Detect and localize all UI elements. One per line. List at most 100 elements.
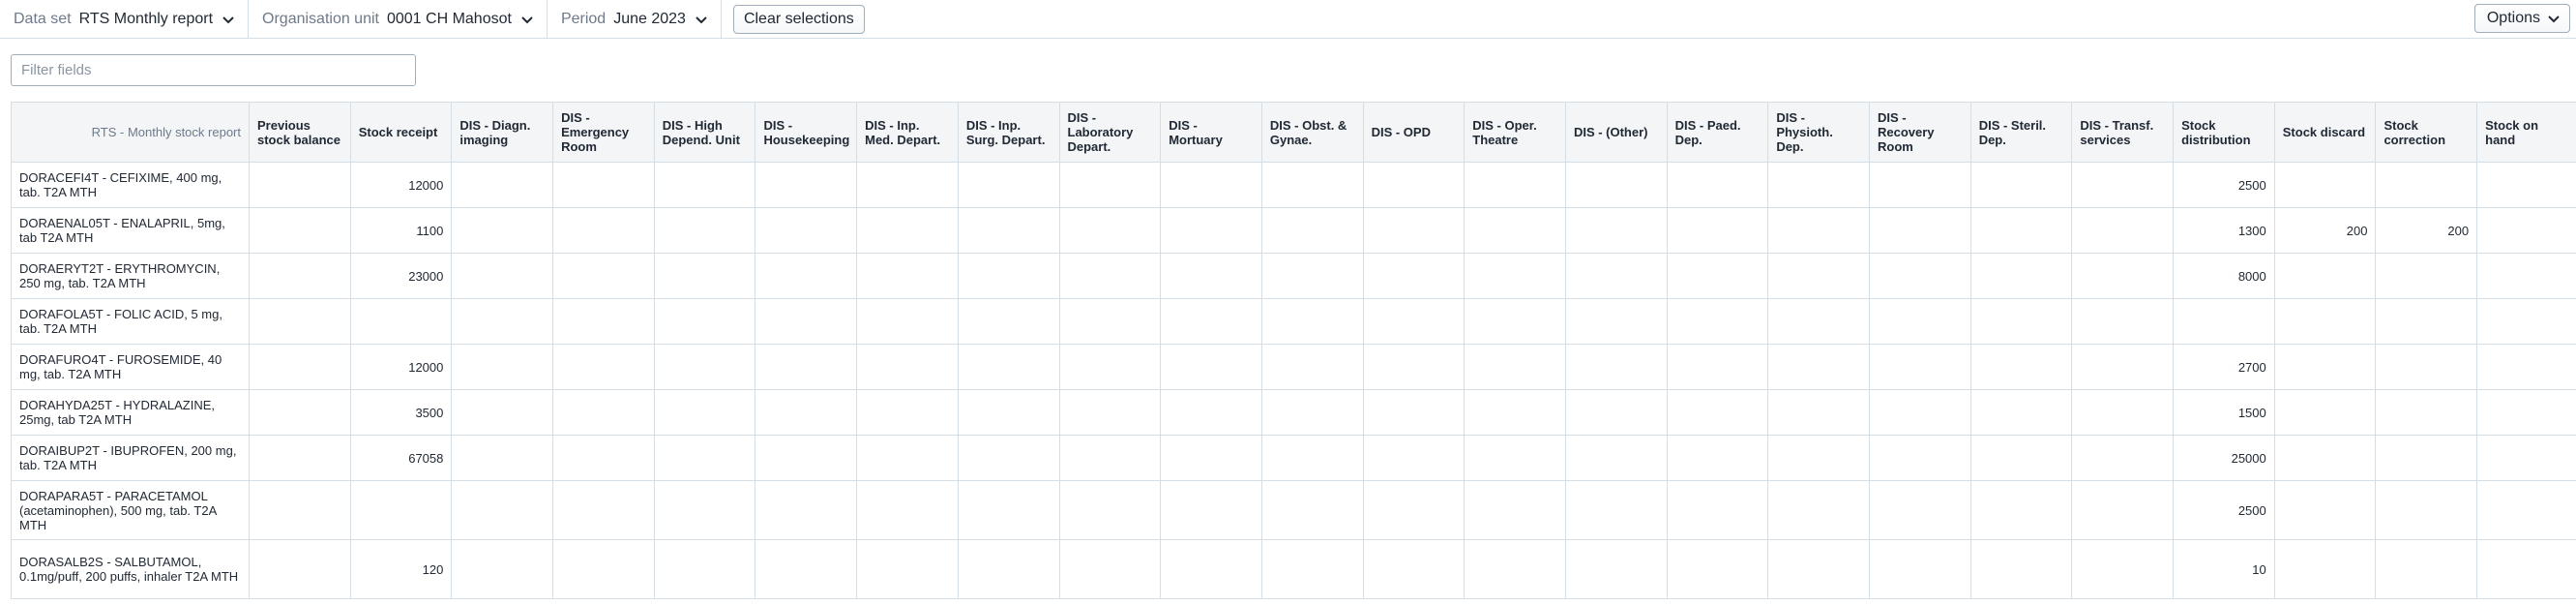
data-entry-cell[interactable]: [1058, 344, 1162, 390]
data-entry-cell[interactable]: [249, 253, 351, 299]
data-entry-cell[interactable]: 67058: [349, 435, 453, 481]
data-entry-cell[interactable]: [1666, 435, 1769, 481]
data-entry-cell[interactable]: [1464, 253, 1566, 299]
data-entry-cell[interactable]: [755, 539, 858, 599]
data-entry-cell[interactable]: [1564, 298, 1668, 345]
data-entry-cell[interactable]: [1058, 435, 1162, 481]
data-entry-cell[interactable]: [1767, 435, 1870, 481]
data-entry-cell[interactable]: [1464, 207, 1566, 254]
data-entry-cell[interactable]: 12000: [349, 344, 453, 390]
data-entry-cell[interactable]: [856, 207, 959, 254]
data-entry-cell[interactable]: [2273, 435, 2377, 481]
data-entry-cell[interactable]: [1564, 389, 1668, 436]
data-entry-cell[interactable]: [755, 389, 858, 436]
data-entry-cell[interactable]: [2071, 539, 2175, 599]
data-entry-cell[interactable]: [1666, 389, 1769, 436]
data-entry-cell[interactable]: [1564, 435, 1668, 481]
data-entry-cell[interactable]: [552, 480, 655, 540]
data-entry-cell[interactable]: [2375, 298, 2478, 345]
data-entry-cell[interactable]: [1058, 389, 1162, 436]
data-entry-cell[interactable]: [1362, 539, 1466, 599]
data-entry-cell[interactable]: [1869, 253, 1971, 299]
data-entry-cell[interactable]: 1100: [349, 207, 453, 254]
data-entry-cell[interactable]: [2476, 298, 2576, 345]
data-entry-cell[interactable]: [1260, 207, 1364, 254]
data-entry-cell[interactable]: [451, 480, 554, 540]
data-entry-cell[interactable]: [1362, 298, 1466, 345]
filter-fields-input[interactable]: [11, 54, 416, 86]
data-entry-cell[interactable]: [2375, 389, 2478, 436]
data-entry-cell[interactable]: [2375, 435, 2478, 481]
clear-selections-button[interactable]: Clear selections: [732, 4, 865, 34]
data-entry-cell[interactable]: [856, 539, 959, 599]
data-entry-cell[interactable]: [1969, 298, 2073, 345]
data-entry-cell[interactable]: [1362, 435, 1466, 481]
data-entry-cell[interactable]: [1362, 253, 1466, 299]
data-entry-cell[interactable]: [1058, 298, 1162, 345]
data-entry-cell[interactable]: [653, 207, 756, 254]
data-entry-cell[interactable]: 1500: [2173, 389, 2275, 436]
data-entry-cell[interactable]: [1464, 344, 1566, 390]
data-entry-cell[interactable]: [451, 539, 554, 599]
data-entry-cell[interactable]: [1969, 539, 2073, 599]
options-button[interactable]: Options: [2473, 4, 2570, 33]
data-entry-cell[interactable]: 23000: [349, 253, 453, 299]
data-entry-cell[interactable]: [755, 253, 858, 299]
data-entry-cell[interactable]: [1666, 344, 1769, 390]
data-entry-cell[interactable]: [552, 253, 655, 299]
data-entry-cell[interactable]: [1160, 253, 1262, 299]
orgunit-selector[interactable]: Organisation unit 0001 CH Mahosot: [249, 0, 548, 39]
data-entry-cell[interactable]: [2273, 298, 2377, 345]
data-entry-cell[interactable]: [1767, 344, 1870, 390]
data-entry-cell[interactable]: [2071, 298, 2175, 345]
data-entry-cell[interactable]: 25000: [2173, 435, 2275, 481]
data-entry-cell[interactable]: [1260, 298, 1364, 345]
data-entry-cell[interactable]: [1869, 539, 1971, 599]
data-entry-cell[interactable]: [2375, 162, 2478, 208]
data-entry-cell[interactable]: [1564, 480, 1668, 540]
data-entry-cell[interactable]: [552, 298, 655, 345]
data-entry-cell[interactable]: [1969, 253, 2073, 299]
data-entry-cell[interactable]: [1969, 344, 2073, 390]
data-entry-cell[interactable]: [1160, 389, 1262, 436]
data-entry-cell[interactable]: [451, 207, 554, 254]
data-entry-cell[interactable]: [451, 435, 554, 481]
data-entry-cell[interactable]: [957, 389, 1060, 436]
data-entry-cell[interactable]: [1969, 162, 2073, 208]
data-entry-cell[interactable]: [1767, 253, 1870, 299]
data-entry-cell[interactable]: 3500: [349, 389, 453, 436]
data-entry-cell[interactable]: [1464, 162, 1566, 208]
data-entry-cell[interactable]: [856, 298, 959, 345]
data-entry-cell[interactable]: [451, 344, 554, 390]
data-entry-cell[interactable]: [1464, 480, 1566, 540]
data-entry-cell[interactable]: 12000: [349, 162, 453, 208]
data-entry-cell[interactable]: 10: [2173, 539, 2275, 599]
data-entry-cell[interactable]: [552, 162, 655, 208]
data-entry-cell[interactable]: [1260, 435, 1364, 481]
data-entry-cell[interactable]: [2273, 539, 2377, 599]
data-entry-cell[interactable]: [249, 207, 351, 254]
data-entry-cell[interactable]: [2071, 435, 2175, 481]
data-entry-cell[interactable]: [2476, 207, 2576, 254]
data-entry-cell[interactable]: [2071, 480, 2175, 540]
data-entry-cell[interactable]: [957, 539, 1060, 599]
data-entry-cell[interactable]: [451, 162, 554, 208]
data-entry-cell[interactable]: [1160, 207, 1262, 254]
data-entry-cell[interactable]: [1767, 207, 1870, 254]
data-entry-cell[interactable]: [1260, 162, 1364, 208]
data-entry-cell[interactable]: [957, 298, 1060, 345]
data-entry-cell[interactable]: [2375, 539, 2478, 599]
data-entry-cell[interactable]: 120: [349, 539, 453, 599]
data-entry-cell[interactable]: [2071, 253, 2175, 299]
data-entry-cell[interactable]: [2273, 253, 2377, 299]
data-entry-cell[interactable]: [1869, 162, 1971, 208]
data-entry-cell[interactable]: 200: [2273, 207, 2377, 254]
data-entry-cell[interactable]: [1767, 162, 1870, 208]
data-entry-cell[interactable]: [2071, 207, 2175, 254]
data-entry-cell[interactable]: [1969, 389, 2073, 436]
data-entry-cell[interactable]: [1464, 539, 1566, 599]
data-entry-cell[interactable]: 200: [2375, 207, 2478, 254]
data-entry-cell[interactable]: [1564, 253, 1668, 299]
data-entry-cell[interactable]: [1767, 539, 1870, 599]
data-entry-cell[interactable]: [349, 298, 453, 345]
